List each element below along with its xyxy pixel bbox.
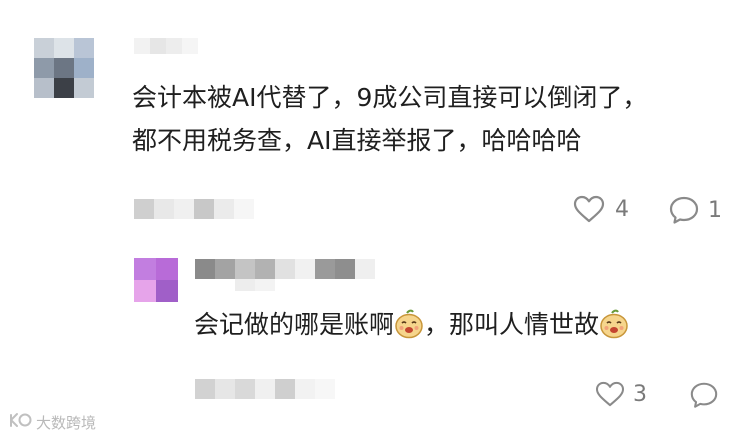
speech-bubble-icon — [689, 380, 719, 410]
reply-username-blurred[interactable] — [195, 259, 375, 291]
avatar[interactable] — [34, 38, 98, 102]
heart-icon — [595, 381, 625, 407]
reply-like-button[interactable]: 3 — [595, 381, 647, 407]
reply-reply-button[interactable] — [689, 380, 719, 410]
reply-text: 会记做的哪是账啊 ，那叫人情世故 — [194, 305, 629, 345]
reply-text-part2: ，那叫人情世故 — [424, 310, 600, 339]
comment-text-line1: 会计本被AI代替了，9成公司直接可以倒闭了， — [132, 83, 648, 112]
reply-timestamp-blurred — [195, 379, 335, 399]
watermark-text: 大数跨境 — [36, 413, 97, 432]
comment-text-line2: 都不用税务查，AI直接举报了，哈哈哈哈 — [132, 126, 582, 155]
reply-button[interactable]: 1 — [668, 195, 722, 225]
username-blurred[interactable] — [134, 38, 198, 54]
brand-logo-icon — [8, 411, 32, 433]
speech-bubble-icon — [668, 195, 700, 225]
reply-text-part1: 会记做的哪是账啊 — [194, 310, 395, 339]
heart-icon — [573, 195, 605, 223]
timestamp-blurred — [134, 199, 254, 219]
laughing-face-emoji — [394, 309, 424, 339]
reply-like-count: 3 — [633, 381, 647, 407]
laughing-face-emoji — [599, 309, 629, 339]
reply-avatar[interactable] — [134, 258, 178, 302]
like-button[interactable]: 4 — [573, 195, 629, 223]
like-count: 4 — [615, 196, 629, 222]
watermark: 大数跨境 — [8, 411, 96, 433]
reply-count: 1 — [708, 197, 722, 223]
